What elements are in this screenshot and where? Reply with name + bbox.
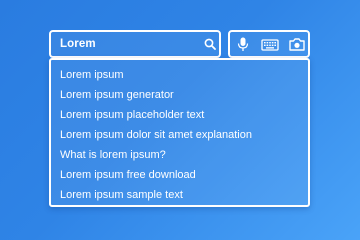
- search-tools: [228, 30, 310, 58]
- keyboard-icon[interactable]: [261, 37, 279, 52]
- suggestion-item[interactable]: Lorem ipsum placeholder text: [60, 108, 204, 122]
- suggestion-item[interactable]: Lorem ipsum sample text: [60, 188, 183, 202]
- camera-icon[interactable]: [288, 37, 306, 52]
- suggestion-item[interactable]: Lorem ipsum dolor sit amet explanation: [60, 128, 252, 142]
- microphone-icon[interactable]: [235, 37, 251, 52]
- search-icon[interactable]: [204, 38, 216, 50]
- suggestion-item[interactable]: Lorem ipsum: [60, 68, 124, 82]
- suggestion-item[interactable]: What is lorem ipsum?: [60, 148, 166, 162]
- search-box[interactable]: Lorem: [49, 30, 221, 58]
- suggestion-item[interactable]: Lorem ipsum generator: [60, 88, 174, 102]
- suggestion-item[interactable]: Lorem ipsum free download: [60, 168, 196, 182]
- suggestions-dropdown: Lorem ipsum Lorem ipsum generator Lorem …: [49, 58, 310, 207]
- search-input[interactable]: Lorem: [60, 38, 96, 50]
